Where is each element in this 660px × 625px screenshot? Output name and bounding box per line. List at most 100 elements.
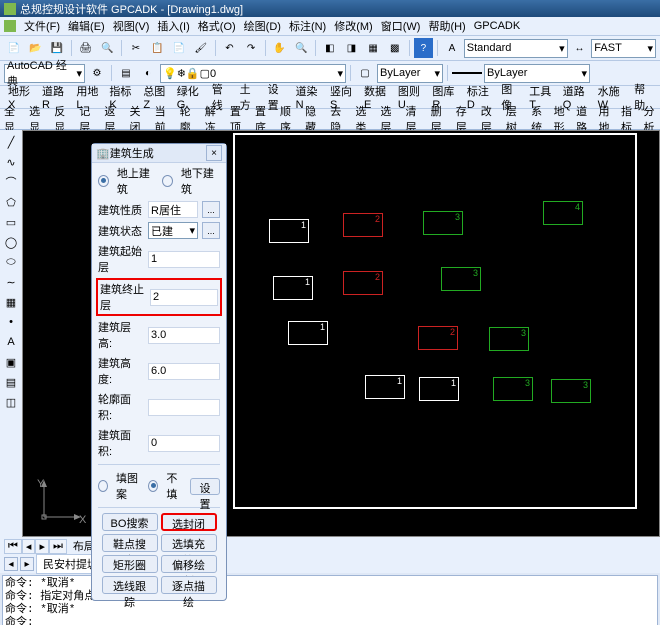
- tool-a-icon[interactable]: ◧: [320, 38, 340, 58]
- ellipse-icon[interactable]: ⬭: [3, 254, 19, 270]
- line-icon[interactable]: ╱: [3, 134, 19, 150]
- bo-search-button[interactable]: BO搜索: [102, 513, 158, 531]
- gear-icon[interactable]: ⚙: [87, 63, 107, 83]
- print-icon[interactable]: 🖨: [76, 38, 96, 58]
- menu-dim[interactable]: 标注(N): [289, 18, 326, 34]
- ellipsis-button[interactable]: ...: [202, 201, 220, 218]
- unit-box[interactable]: 1: [269, 219, 309, 243]
- rect-icon[interactable]: ▭: [3, 214, 19, 230]
- unit-box[interactable]: 3: [423, 211, 463, 235]
- block-icon[interactable]: ▣: [3, 354, 19, 370]
- select-hatch-button[interactable]: 选填充块: [161, 534, 217, 552]
- workspace-combo[interactable]: AutoCAD 经典▾: [4, 64, 85, 83]
- text-icon[interactable]: A: [3, 334, 19, 350]
- offset-draw-button[interactable]: 偏移绘制: [161, 555, 217, 573]
- tool-b-icon[interactable]: ◨: [342, 38, 362, 58]
- building-height-field[interactable]: 6.0: [148, 363, 220, 380]
- menu-window[interactable]: 窗口(W): [381, 18, 421, 34]
- unit-box[interactable]: 2: [418, 326, 458, 350]
- end-floor-field[interactable]: 2: [150, 289, 218, 306]
- menu-file[interactable]: 文件(F): [24, 18, 60, 34]
- trace-line-button[interactable]: 选线跟踪: [102, 576, 158, 594]
- help-icon[interactable]: ?: [414, 38, 434, 58]
- unit-box[interactable]: 1: [288, 321, 328, 345]
- layer-prev-icon[interactable]: ◐: [138, 63, 158, 83]
- spline-icon[interactable]: ∼: [3, 274, 19, 290]
- arc-icon[interactable]: ⌒: [3, 174, 19, 190]
- rect-pick-button[interactable]: 矩形圈: [102, 555, 158, 573]
- point-trace-button[interactable]: 逐点描绘: [161, 576, 217, 594]
- nav-next-icon[interactable]: ▸: [35, 539, 49, 554]
- polygon-icon[interactable]: ⬠: [3, 194, 19, 210]
- settings-button[interactable]: 设置: [190, 478, 220, 495]
- dialog-title-bar[interactable]: 🏢 建筑生成 ×: [92, 144, 226, 163]
- menu-edit[interactable]: 编辑(E): [68, 18, 105, 34]
- ellipsis-button[interactable]: ...: [202, 222, 220, 239]
- new-icon[interactable]: 📄: [4, 38, 24, 58]
- layer-color-combo[interactable]: ByLayer▾: [377, 64, 443, 83]
- unit-box[interactable]: 3: [489, 327, 529, 351]
- unit-box[interactable]: 2: [343, 271, 383, 295]
- unit-box[interactable]: 1: [273, 276, 313, 300]
- radio-below[interactable]: [162, 175, 173, 187]
- menu-format[interactable]: 格式(O): [198, 18, 236, 34]
- copy-icon[interactable]: 📋: [148, 38, 168, 58]
- open-icon[interactable]: 📂: [26, 38, 46, 58]
- radio-nofill[interactable]: [148, 480, 158, 492]
- drawing-canvas[interactable]: Y X 1 2 3 4 1 2 3 1 2 3 1 1 3 3 🏢 建筑生成 ×: [22, 130, 660, 537]
- color-icon[interactable]: ▢: [355, 63, 375, 83]
- unit-box[interactable]: 4: [543, 201, 583, 225]
- unit-box[interactable]: 3: [551, 379, 591, 403]
- menu-insert[interactable]: 插入(I): [157, 18, 189, 34]
- redo-icon[interactable]: ↷: [241, 38, 261, 58]
- point-search-button[interactable]: 鞋点搜索: [102, 534, 158, 552]
- layer-props-icon[interactable]: ▤: [116, 63, 136, 83]
- menu-draw[interactable]: 绘图(D): [244, 18, 281, 34]
- cut-icon[interactable]: ✂: [126, 38, 146, 58]
- close-icon[interactable]: ×: [206, 145, 222, 161]
- radio-above[interactable]: [98, 175, 109, 187]
- fast-combo[interactable]: FAST▾: [591, 39, 656, 58]
- menu-help[interactable]: 帮助(H): [428, 18, 465, 34]
- unit-box[interactable]: 2: [343, 213, 383, 237]
- pline-icon[interactable]: ∿: [3, 154, 19, 170]
- start-floor-field[interactable]: 1: [148, 251, 220, 268]
- unit-box[interactable]: 3: [441, 267, 481, 291]
- tool-c-icon[interactable]: ▦: [363, 38, 383, 58]
- hatch-icon[interactable]: ▦: [3, 294, 19, 310]
- menu-gpcadk[interactable]: GPCADK: [474, 20, 520, 32]
- zoom-icon[interactable]: 🔍: [291, 38, 311, 58]
- tool-d-icon[interactable]: ▩: [385, 38, 405, 58]
- circle-icon[interactable]: ◯: [3, 234, 19, 250]
- style-combo[interactable]: Standard▾: [464, 39, 568, 58]
- paste-icon[interactable]: 📄: [169, 38, 189, 58]
- menu-modify[interactable]: 修改(M): [334, 18, 373, 34]
- text-style-icon[interactable]: A: [442, 38, 462, 58]
- menu-view[interactable]: 视图(V): [113, 18, 150, 34]
- floor-height-field[interactable]: 3.0: [148, 327, 220, 344]
- unit-box[interactable]: 1: [419, 377, 459, 401]
- save-icon[interactable]: 💾: [47, 38, 67, 58]
- point-icon[interactable]: •: [3, 314, 19, 330]
- outline-area-field[interactable]: [148, 399, 220, 416]
- unit-box[interactable]: 3: [493, 377, 533, 401]
- radio-fill[interactable]: [98, 480, 108, 492]
- dim-style-icon[interactable]: ↔: [570, 38, 590, 58]
- cmd-line: 命令:: [5, 617, 655, 625]
- doc-prev-icon[interactable]: ◂: [4, 557, 18, 571]
- nav-prev-icon[interactable]: ◂: [22, 539, 36, 554]
- preview-icon[interactable]: 🔍: [97, 38, 117, 58]
- select-closed-line-button[interactable]: 选封闭线: [161, 513, 217, 531]
- doc-next-icon[interactable]: ▸: [20, 557, 34, 571]
- nav-last-icon[interactable]: ⏭: [49, 539, 67, 554]
- undo-icon[interactable]: ↶: [220, 38, 240, 58]
- match-icon[interactable]: 🖌: [191, 38, 211, 58]
- nature-field[interactable]: R居住: [148, 201, 198, 218]
- region-icon[interactable]: ◫: [3, 394, 19, 410]
- unit-box[interactable]: 1: [365, 375, 405, 399]
- pan-icon[interactable]: ✋: [270, 38, 290, 58]
- building-area-field[interactable]: 0: [148, 435, 220, 452]
- nav-first-icon[interactable]: ⏮: [4, 539, 22, 554]
- status-combo[interactable]: 已建▾: [148, 222, 198, 239]
- table-icon[interactable]: ▤: [3, 374, 19, 390]
